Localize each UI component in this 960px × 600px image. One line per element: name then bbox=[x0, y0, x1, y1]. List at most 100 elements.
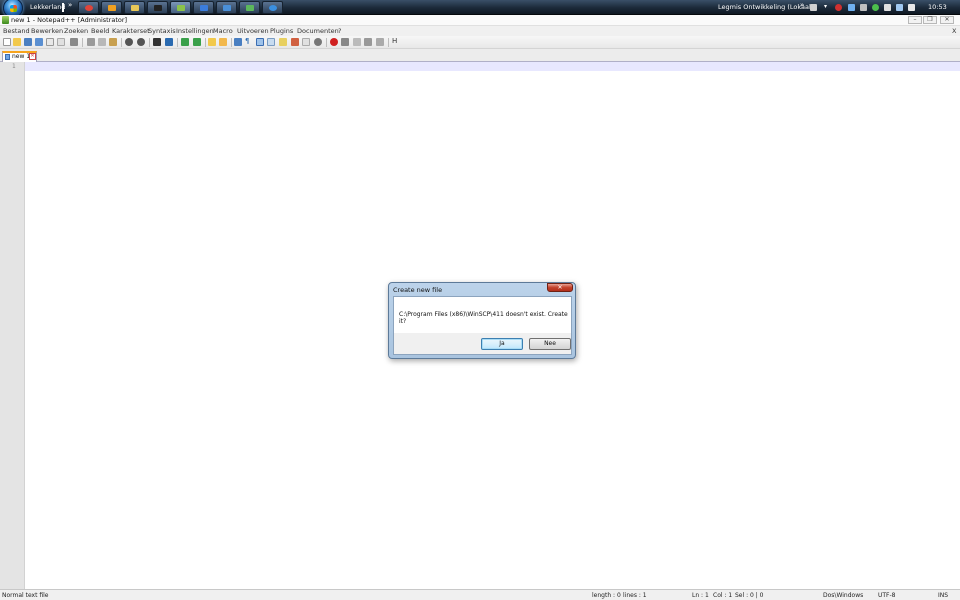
indent-guide-icon[interactable] bbox=[256, 38, 264, 46]
status-length: length : 0 bbox=[592, 592, 621, 599]
taskbar-button-outlook[interactable] bbox=[101, 1, 122, 14]
menu-macro[interactable]: Macro bbox=[213, 27, 233, 35]
undo-icon[interactable] bbox=[125, 38, 133, 46]
taskbar-button-explorer[interactable] bbox=[124, 1, 145, 14]
tray-expand-icon[interactable]: ▾ bbox=[824, 3, 831, 10]
menu-bestand[interactable]: Bestand bbox=[3, 27, 30, 35]
status-eol[interactable]: Dos\Windows bbox=[823, 592, 863, 599]
new-file-icon[interactable] bbox=[3, 38, 11, 46]
menu-help[interactable]: ? bbox=[338, 27, 341, 35]
network-tray-icon[interactable] bbox=[896, 4, 903, 11]
save-icon[interactable] bbox=[24, 38, 32, 46]
status-line: Ln : 1 bbox=[692, 592, 709, 599]
ie-icon bbox=[269, 5, 277, 11]
yes-button[interactable]: Ja bbox=[481, 338, 523, 350]
menu-plugins[interactable]: Plugins bbox=[270, 27, 293, 35]
save-macro-icon[interactable] bbox=[376, 38, 384, 46]
taskbar-separator bbox=[62, 3, 64, 12]
window-titlebar: new 1 - Notepad++ [Administrator] – ❐ ✕ bbox=[0, 15, 960, 26]
plugin-icon[interactable]: H bbox=[392, 37, 400, 45]
menu-beeld[interactable]: Beeld bbox=[91, 27, 109, 35]
toolbar-separator bbox=[205, 38, 206, 47]
keyboard-icon[interactable] bbox=[810, 4, 817, 11]
dialog-message: C:\Program Files (x86)\WinSCP\411 doesn'… bbox=[399, 311, 568, 325]
dialog-close-button[interactable]: ✕ bbox=[547, 283, 573, 292]
search-icon[interactable] bbox=[848, 4, 855, 11]
taskbar-toolbar-chevron[interactable]: » bbox=[68, 1, 72, 9]
taskbar-button-monitor[interactable] bbox=[239, 1, 260, 14]
restore-button[interactable]: ❐ bbox=[923, 16, 937, 24]
folder-workspace-icon[interactable] bbox=[291, 38, 299, 46]
status-selection: Sel : 0 | 0 bbox=[735, 592, 764, 599]
find-icon[interactable] bbox=[153, 38, 161, 46]
monitoring-icon[interactable] bbox=[302, 38, 310, 46]
record-macro-icon[interactable] bbox=[314, 38, 322, 46]
volume-icon[interactable] bbox=[908, 4, 915, 11]
toolbar-separator bbox=[121, 38, 122, 47]
tab-close-icon[interactable]: ✕ bbox=[29, 53, 36, 60]
security-icon[interactable] bbox=[835, 4, 842, 11]
replace-icon[interactable] bbox=[165, 38, 173, 46]
tab-new-1[interactable]: new 1 ✕ bbox=[2, 51, 37, 62]
dialog-title: Create new file bbox=[393, 286, 443, 294]
stop-recording-icon[interactable] bbox=[341, 38, 349, 46]
minimize-button[interactable]: – bbox=[908, 16, 922, 24]
clock[interactable]: 10:53 bbox=[928, 3, 947, 11]
taskbar-button-ie[interactable] bbox=[262, 1, 283, 14]
document-map-icon[interactable] bbox=[267, 38, 275, 46]
no-button[interactable]: Nee bbox=[529, 338, 571, 350]
close-all-icon[interactable] bbox=[57, 38, 65, 46]
sync-horizontal-icon[interactable] bbox=[219, 38, 227, 46]
outlook-icon bbox=[108, 5, 116, 11]
copy-icon[interactable] bbox=[98, 38, 106, 46]
word-wrap-icon[interactable] bbox=[234, 38, 242, 46]
tab-bar: new 1 ✕ bbox=[0, 49, 960, 62]
current-line-highlight bbox=[25, 62, 960, 71]
taskbar-button-remote-desktop[interactable] bbox=[193, 1, 214, 14]
toolbar-separator bbox=[149, 38, 150, 47]
menu-close-document[interactable]: X bbox=[952, 27, 956, 35]
taskbar-toolbar-label[interactable]: Lekkerland bbox=[30, 3, 66, 11]
menu-instellingen[interactable]: Instellingen bbox=[176, 27, 214, 35]
menu-bewerken[interactable]: Bewerken bbox=[31, 27, 63, 35]
taskbar-button-notepad-plus[interactable] bbox=[170, 1, 191, 14]
menu-syntaxis[interactable]: Syntaxis bbox=[148, 27, 176, 35]
printer-icon[interactable] bbox=[884, 4, 891, 11]
show-all-characters-icon[interactable]: ¶ bbox=[245, 37, 253, 45]
close-file-icon[interactable] bbox=[46, 38, 54, 46]
chrome-icon bbox=[85, 5, 93, 11]
zoom-out-icon[interactable] bbox=[193, 38, 201, 46]
taskbar-button-cmd[interactable] bbox=[147, 1, 168, 14]
menu-karakterset[interactable]: Karakterset bbox=[112, 27, 150, 35]
cut-icon[interactable] bbox=[87, 38, 95, 46]
close-button[interactable]: ✕ bbox=[940, 16, 954, 24]
start-recording-icon[interactable] bbox=[330, 38, 338, 46]
paste-icon[interactable] bbox=[109, 38, 117, 46]
open-file-icon[interactable] bbox=[13, 38, 21, 46]
playback-icon[interactable] bbox=[353, 38, 361, 46]
tray-chevron[interactable]: » bbox=[800, 1, 804, 9]
redo-icon[interactable] bbox=[137, 38, 145, 46]
status-encoding[interactable]: UTF-8 bbox=[878, 592, 896, 599]
zoom-in-icon[interactable] bbox=[181, 38, 189, 46]
create-new-file-dialog: Create new file ✕ C:\Program Files (x86)… bbox=[388, 282, 576, 359]
line-number-gutter: 1 bbox=[0, 62, 25, 589]
run-multiple-icon[interactable] bbox=[364, 38, 372, 46]
sync-vertical-icon[interactable] bbox=[208, 38, 216, 46]
menu-uitvoeren[interactable]: Uitvoeren bbox=[237, 27, 269, 35]
notepad-plus-icon[interactable] bbox=[2, 16, 9, 24]
status-insert-mode[interactable]: INS bbox=[938, 592, 948, 599]
dialog-content: C:\Program Files (x86)\WinSCP\411 doesn'… bbox=[394, 297, 571, 333]
document-icon bbox=[5, 54, 10, 60]
status-icon[interactable] bbox=[872, 4, 879, 11]
menu-documenten[interactable]: Documenten bbox=[297, 27, 339, 35]
taskbar-button-chrome[interactable] bbox=[78, 1, 99, 14]
print-icon[interactable] bbox=[70, 38, 78, 46]
menu-zoeken[interactable]: Zoeken bbox=[64, 27, 88, 35]
save-all-icon[interactable] bbox=[35, 38, 43, 46]
toolbar-separator bbox=[82, 38, 83, 47]
taskbar-button-network[interactable] bbox=[216, 1, 237, 14]
function-list-icon[interactable] bbox=[279, 38, 287, 46]
toolbar: ¶ H bbox=[0, 36, 960, 49]
sync-icon[interactable] bbox=[860, 4, 867, 11]
